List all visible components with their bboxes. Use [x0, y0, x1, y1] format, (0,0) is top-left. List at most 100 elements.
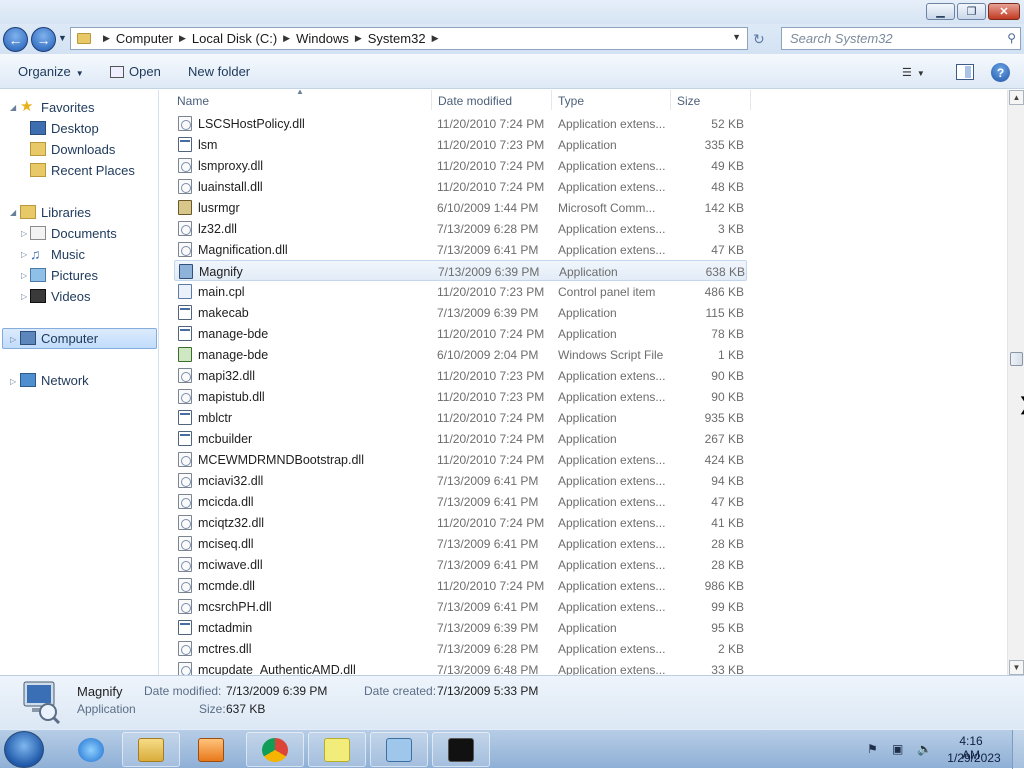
expand-icon[interactable]: ▷ [21, 250, 27, 259]
organize-button[interactable]: Organize ▼ [18, 64, 84, 79]
change-view-button[interactable]: ☰ ▼ [902, 66, 938, 80]
file-row[interactable]: mctres.dll 7/13/2009 6:28 PM Application e… [174, 638, 747, 659]
taskbar-control-panel[interactable] [370, 732, 428, 767]
file-row[interactable]: lusrmgr 6/10/2009 1:44 PM Microsoft Comm..… [174, 197, 747, 218]
file-row[interactable]: mciseq.dll 7/13/2009 6:41 PM Application e… [174, 533, 747, 554]
network-disconnected-icon[interactable]: ▣ [892, 742, 906, 756]
open-button[interactable]: Open [110, 64, 161, 79]
expand-icon[interactable]: ▷ [10, 335, 16, 344]
taskbar-media-player[interactable] [182, 732, 240, 767]
nav-downloads[interactable]: Downloads [30, 139, 115, 159]
expand-icon[interactable]: ▷ [21, 292, 27, 301]
column-header-name[interactable]: Name [171, 90, 432, 110]
dll-file-icon [178, 641, 192, 656]
search-icon[interactable]: ⚲ [1007, 31, 1016, 45]
breadcrumb-computer[interactable]: Computer [116, 31, 173, 46]
file-type: Application extens... [558, 558, 666, 572]
close-button[interactable]: ✕ [988, 3, 1020, 20]
clock-date[interactable]: 1/29/2023 [946, 751, 1002, 765]
chevron-down-icon[interactable]: ▼ [732, 32, 741, 42]
nav-music[interactable]: ♫ Music [30, 244, 85, 264]
documents-icon [30, 226, 46, 240]
vertical-scrollbar[interactable]: ▲ ▼ [1007, 90, 1024, 675]
file-row[interactable]: mcicda.dll 7/13/2009 6:41 PM Application e… [174, 491, 747, 512]
start-button[interactable] [4, 731, 44, 768]
column-header-date-modified[interactable]: Date modified [432, 90, 552, 110]
file-row[interactable]: Magnify 7/13/2009 6:39 PM Application 638 K… [174, 260, 747, 281]
taskbar-internet-explorer[interactable] [62, 732, 120, 767]
file-row[interactable]: manage-bde 6/10/2009 2:04 PM Windows Scrip… [174, 344, 747, 365]
nav-videos[interactable]: Videos [30, 286, 91, 306]
breadcrumb-separator-icon[interactable]: ▶ [179, 33, 186, 44]
file-row[interactable]: mcupdate_AuthenticAMD.dll 7/13/2009 6:48 … [174, 659, 747, 675]
file-row[interactable]: manage-bde 11/20/2010 7:24 PM Application 7… [174, 323, 747, 344]
file-list[interactable]: ▲ Name Date modified Type Size LSCSHostP… [160, 90, 1006, 675]
nav-recent-places[interactable]: Recent Places [30, 160, 135, 180]
address-bar[interactable]: ▶ Computer ▶ Local Disk (C:) ▶ Windows ▶… [70, 27, 748, 50]
file-row[interactable]: mblctr 11/20/2010 7:24 PM Application 935 K… [174, 407, 747, 428]
taskbar-chrome[interactable] [246, 732, 304, 767]
taskbar-windows-explorer[interactable] [122, 732, 180, 767]
expand-icon[interactable]: ▷ [21, 271, 27, 280]
nav-documents[interactable]: Documents [30, 223, 117, 243]
preview-pane-button[interactable] [956, 64, 974, 80]
new-folder-button[interactable]: New folder [188, 64, 250, 79]
file-row[interactable]: lz32.dll 7/13/2009 6:28 PM Application ext… [174, 218, 747, 239]
file-row[interactable]: mapi32.dll 11/20/2010 7:23 PM Application … [174, 365, 747, 386]
maximize-button[interactable]: ❐ [957, 3, 986, 20]
file-row[interactable]: makecab 7/13/2009 6:39 PM Application 115 K… [174, 302, 747, 323]
scroll-up-icon[interactable]: ▲ [1009, 90, 1024, 105]
action-center-flag-icon[interactable]: ⚑ [867, 742, 881, 756]
breadcrumb-windows[interactable]: Windows [296, 31, 349, 46]
refresh-button[interactable]: ↻ [753, 31, 771, 47]
help-button[interactable]: ? [991, 63, 1010, 82]
collapse-icon[interactable]: ◢ [10, 208, 16, 217]
file-row[interactable]: LSCSHostPolicy.dll 11/20/2010 7:24 PM Appl… [174, 113, 747, 134]
column-header-size[interactable]: Size [671, 90, 751, 110]
nav-favorites[interactable]: ★ Favorites [20, 97, 94, 117]
collapse-icon[interactable]: ◢ [10, 103, 16, 112]
taskbar-command-prompt[interactable] [432, 732, 490, 767]
taskbar-sticky-notes[interactable] [308, 732, 366, 767]
nav-network[interactable]: Network [20, 370, 89, 390]
file-row[interactable]: Magnification.dll 7/13/2009 6:41 PM Applic… [174, 239, 747, 260]
file-row[interactable]: lsm 11/20/2010 7:23 PM Application 335 KB [174, 134, 747, 155]
nav-libraries[interactable]: Libraries [20, 202, 91, 222]
scroll-down-icon[interactable]: ▼ [1009, 660, 1024, 675]
forward-button[interactable]: → [31, 27, 56, 52]
nav-pictures[interactable]: Pictures [30, 265, 98, 285]
file-row[interactable]: mciqtz32.dll 11/20/2010 7:24 PM Applicatio… [174, 512, 747, 533]
file-row[interactable]: mctadmin 7/13/2009 6:39 PM Application 95 K… [174, 617, 747, 638]
file-row[interactable]: luainstall.dll 11/20/2010 7:24 PM Applicat… [174, 176, 747, 197]
details-pane: Magnify Application Date modified: 7/13/… [0, 675, 1024, 729]
column-header-type[interactable]: Type [552, 90, 671, 110]
breadcrumb-separator-icon[interactable]: ▶ [283, 33, 290, 44]
expand-icon[interactable]: ▷ [21, 229, 27, 238]
file-row[interactable]: mcbuilder 11/20/2010 7:24 PM Application 26… [174, 428, 747, 449]
file-row[interactable]: mapistub.dll 11/20/2010 7:23 PM Applicatio… [174, 386, 747, 407]
expand-icon[interactable]: ▷ [10, 377, 16, 386]
scrollbar-thumb[interactable] [1010, 352, 1023, 366]
volume-muted-icon[interactable]: 🔈 [917, 742, 932, 756]
breadcrumb-separator-icon[interactable]: ▶ [103, 33, 110, 44]
back-button[interactable]: ← [3, 27, 28, 52]
file-row[interactable]: mciwave.dll 7/13/2009 6:41 PM Application … [174, 554, 747, 575]
file-row[interactable]: mciavi32.dll 7/13/2009 6:41 PM Application… [174, 470, 747, 491]
file-date-modified: 7/13/2009 6:41 PM [437, 537, 539, 551]
file-row[interactable]: mcmde.dll 11/20/2010 7:24 PM Application e… [174, 575, 747, 596]
app-file-icon [178, 620, 192, 635]
file-row[interactable]: lsmproxy.dll 11/20/2010 7:24 PM Applicatio… [174, 155, 747, 176]
recent-pages-dropdown[interactable]: ▼ [58, 33, 67, 43]
show-desktop-button[interactable] [1012, 730, 1024, 769]
breadcrumb-local-disk[interactable]: Local Disk (C:) [192, 31, 277, 46]
breadcrumb-separator-icon[interactable]: ▶ [355, 33, 362, 44]
nav-computer[interactable]: Computer [20, 328, 98, 348]
file-row[interactable]: main.cpl 11/20/2010 7:23 PM Control panel … [174, 281, 747, 302]
breadcrumb-separator-icon[interactable]: ▶ [432, 33, 439, 44]
file-row[interactable]: MCEWMDRMNDBootstrap.dll 11/20/2010 7:24 P… [174, 449, 747, 470]
file-row[interactable]: mcsrchPH.dll 7/13/2009 6:41 PM Application… [174, 596, 747, 617]
breadcrumb-system32[interactable]: System32 [368, 31, 426, 46]
nav-desktop[interactable]: Desktop [30, 118, 99, 138]
search-input[interactable]: Search System32 ⚲ [781, 27, 1021, 50]
minimize-button[interactable]: ▁ [926, 3, 955, 20]
